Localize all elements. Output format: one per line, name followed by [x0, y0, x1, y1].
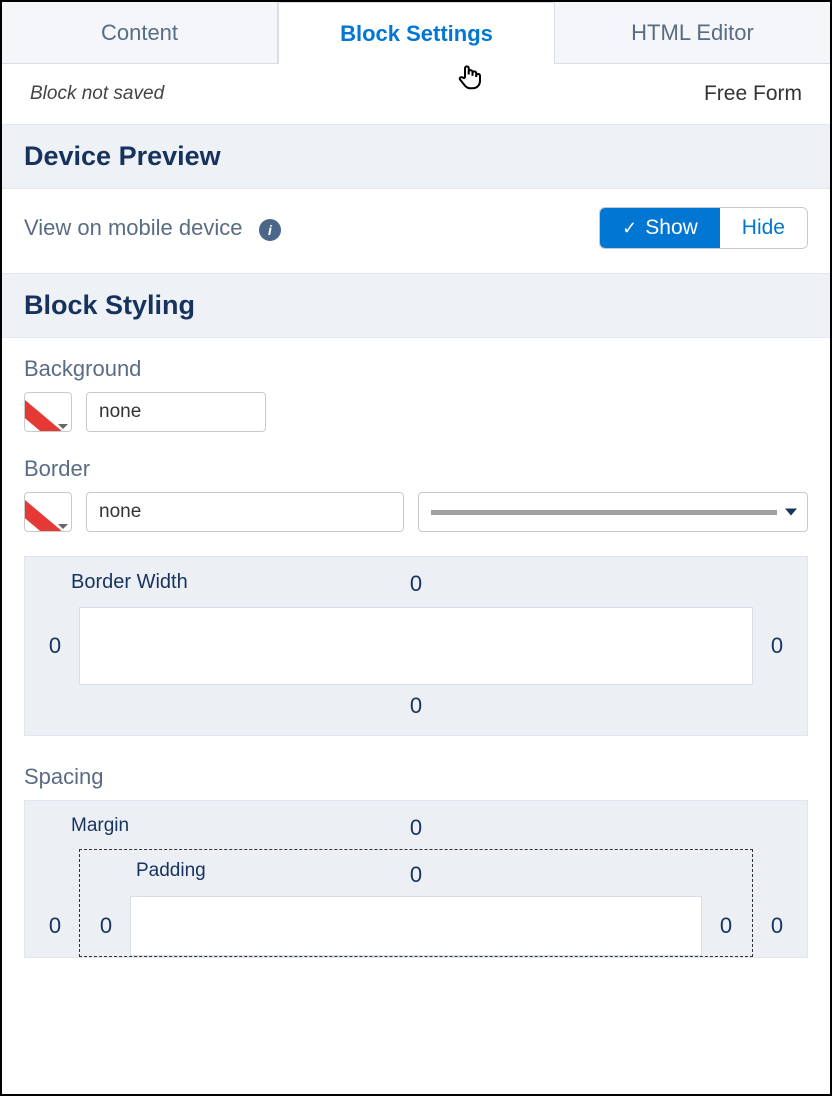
background-label: Background [24, 356, 808, 382]
chevron-down-icon [58, 524, 68, 529]
tab-bar: Content Block Settings HTML Editor [2, 2, 830, 64]
border-value-input[interactable] [86, 492, 404, 532]
padding-right[interactable]: 0 [716, 913, 736, 939]
margin-left[interactable]: 0 [45, 849, 65, 939]
padding-box: Padding 0 0 0 [79, 849, 753, 957]
solid-line-icon [431, 510, 777, 515]
device-preview-body: View on mobile device i ✓ Show Hide [2, 189, 830, 273]
tab-content[interactable]: Content [2, 2, 278, 64]
spacing-widget: Margin 0 0 Padding 0 0 0 0 [24, 800, 808, 958]
margin-top[interactable]: 0 [45, 815, 787, 841]
info-icon[interactable]: i [259, 219, 281, 241]
border-label: Border [24, 456, 808, 482]
border-width-preview [79, 607, 753, 685]
show-hide-toggle: ✓ Show Hide [599, 207, 808, 249]
border-width-left[interactable]: 0 [45, 633, 65, 659]
border-width-bottom[interactable]: 0 [45, 693, 787, 719]
border-style-select[interactable] [418, 492, 808, 532]
chevron-down-icon [58, 424, 68, 429]
show-button[interactable]: ✓ Show [600, 208, 720, 248]
tab-block-settings[interactable]: Block Settings [278, 2, 555, 64]
border-color-picker[interactable] [24, 492, 72, 532]
margin-right[interactable]: 0 [767, 849, 787, 939]
border-width-right[interactable]: 0 [767, 633, 787, 659]
view-mobile-label: View on mobile device [24, 215, 243, 240]
block-styling-body: Background Border Border Width 0 0 0 0 S… [2, 338, 830, 982]
check-icon: ✓ [622, 218, 637, 239]
padding-left[interactable]: 0 [96, 913, 116, 939]
padding-label: Padding [136, 860, 206, 882]
hide-button[interactable]: Hide [720, 208, 807, 248]
device-preview-header: Device Preview [2, 124, 830, 189]
background-color-picker[interactable] [24, 392, 72, 432]
layout-type-label: Free Form [704, 82, 802, 106]
block-styling-header: Block Styling [2, 273, 830, 338]
padding-preview [130, 896, 702, 956]
border-width-widget: Border Width 0 0 0 0 [24, 556, 808, 736]
chevron-down-icon [785, 509, 797, 516]
background-value-input[interactable] [86, 392, 266, 432]
spacing-label: Spacing [24, 764, 808, 790]
tab-html-editor[interactable]: HTML Editor [555, 2, 830, 64]
margin-label: Margin [71, 815, 129, 837]
show-label: Show [645, 216, 698, 240]
block-save-status: Block not saved [30, 83, 164, 105]
border-width-label: Border Width [71, 571, 188, 594]
status-row: Block not saved Free Form [2, 64, 830, 124]
